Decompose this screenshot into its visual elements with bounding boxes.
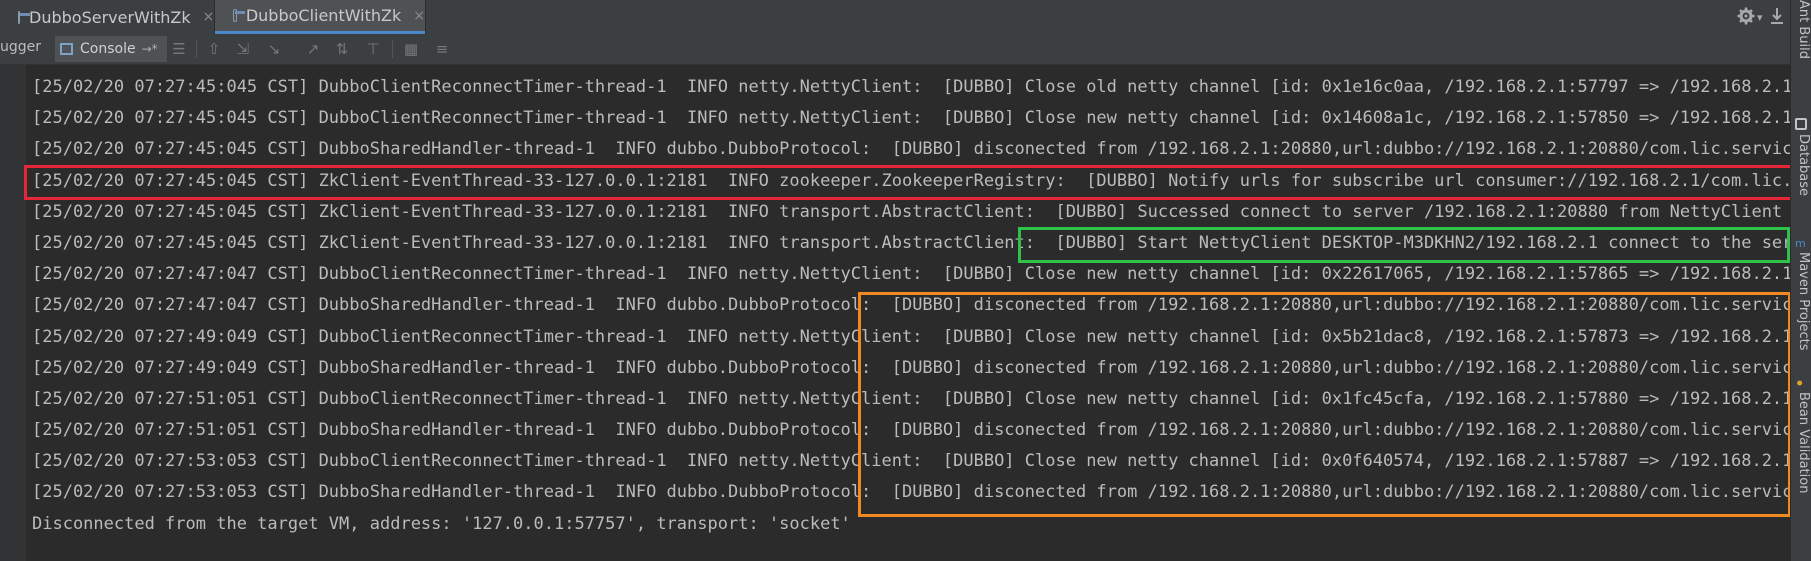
debugger-tab[interactable]: ugger	[0, 39, 41, 55]
table-icon[interactable]: ▦	[402, 40, 420, 58]
log-line: [25/02/20 07:27:45:045 CST] DubboClientR…	[32, 77, 1790, 97]
evaluate-icon[interactable]: ⊤	[364, 40, 382, 58]
maven-icon: m	[1795, 237, 1806, 250]
run-config-icon	[18, 10, 30, 24]
run-to-cursor-icon[interactable]: ⇅	[333, 40, 351, 58]
database-tool-button[interactable]: Database	[1793, 134, 1811, 196]
tab-label: DubboClientWithZk	[245, 6, 402, 25]
log-line: [25/02/20 07:27:45:045 CST] DubboSharedH…	[32, 139, 1790, 160]
tab-dubbo-client-with-zk[interactable]: DubboClientWithZk ×	[215, 0, 425, 34]
log-line: [25/02/20 07:27:49:049 CST] DubboSharedH…	[32, 357, 1790, 378]
close-icon[interactable]: ×	[203, 9, 215, 25]
console-tab-label: Console	[80, 41, 136, 57]
database-icon	[1795, 118, 1807, 130]
log-line: [25/02/20 07:27:45:045 CST] DubboClientR…	[32, 108, 1790, 129]
bean-validation-tool-button[interactable]: Bean Validation	[1793, 392, 1811, 493]
restore-layout-icon[interactable]: ≡	[433, 40, 451, 58]
log-line: [25/02/20 07:27:45:045 CST] ZkClient-Eve…	[32, 170, 1790, 191]
log-line: [25/02/20 07:27:51:051 CST] DubboSharedH…	[32, 420, 1790, 441]
show-execution-point-icon[interactable]: ⇧	[205, 40, 223, 58]
pin-icon[interactable]: →*	[142, 42, 158, 56]
close-icon[interactable]: ×	[413, 8, 425, 24]
log-line: [25/02/20 07:27:49:049 CST] DubboClientR…	[32, 326, 1790, 347]
console-toolbar: ugger Console →* ☰ ⇧ ⇲ ↘ ↗ ⇅ ⊤ ▦ ≡	[0, 34, 1790, 65]
console-gutter	[0, 65, 26, 561]
hide-icon[interactable]	[1770, 7, 1786, 29]
log-line: [25/02/20 07:27:53:053 CST] DubboClientR…	[32, 451, 1790, 472]
step-out-icon[interactable]: ↗	[304, 40, 322, 58]
frames-icon[interactable]: ☰	[170, 40, 188, 58]
console-icon	[60, 43, 73, 55]
bean-icon: ⚫	[1795, 377, 1805, 390]
log-line: [25/02/20 07:27:47:047 CST] DubboClientR…	[32, 264, 1790, 285]
console-tab[interactable]: Console →*	[55, 36, 167, 62]
disconnect-status-line: Disconnected from the target VM, address…	[32, 513, 851, 534]
step-over-icon[interactable]: ⇲	[234, 40, 252, 58]
maven-projects-tool-button[interactable]: Maven Projects	[1793, 252, 1811, 351]
log-line: [25/02/20 07:27:53:053 CST] DubboSharedH…	[32, 482, 1790, 503]
tab-dubbo-server-with-zk[interactable]: DubboServerWithZk ×	[0, 0, 214, 34]
tab-label: DubboServerWithZk	[29, 7, 191, 27]
chevron-down-icon[interactable]: ▾	[1757, 11, 1763, 33]
log-line: [25/02/20 07:27:47:047 CST] DubboSharedH…	[32, 295, 1790, 316]
log-line: [25/02/20 07:27:51:051 CST] DubboClientR…	[32, 388, 1790, 409]
console-output[interactable]: [25/02/20 07:27:45:045 CST] DubboClientR…	[32, 72, 1790, 552]
step-into-icon[interactable]: ↘	[265, 40, 283, 58]
run-config-icon	[233, 9, 245, 22]
editor-tab-bar: DubboServerWithZk × DubboClientWithZk × …	[0, 0, 1790, 35]
gear-icon[interactable]	[1737, 7, 1757, 29]
right-tool-window-bar: Ant Build Database m Maven Projects ⚫ Be…	[1790, 0, 1811, 561]
log-line: [25/02/20 07:27:45:045 CST] ZkClient-Eve…	[32, 232, 1790, 253]
ant-build-tool-button[interactable]: Ant Build	[1793, 0, 1811, 59]
log-line: [25/02/20 07:27:45:045 CST] ZkClient-Eve…	[32, 201, 1790, 222]
